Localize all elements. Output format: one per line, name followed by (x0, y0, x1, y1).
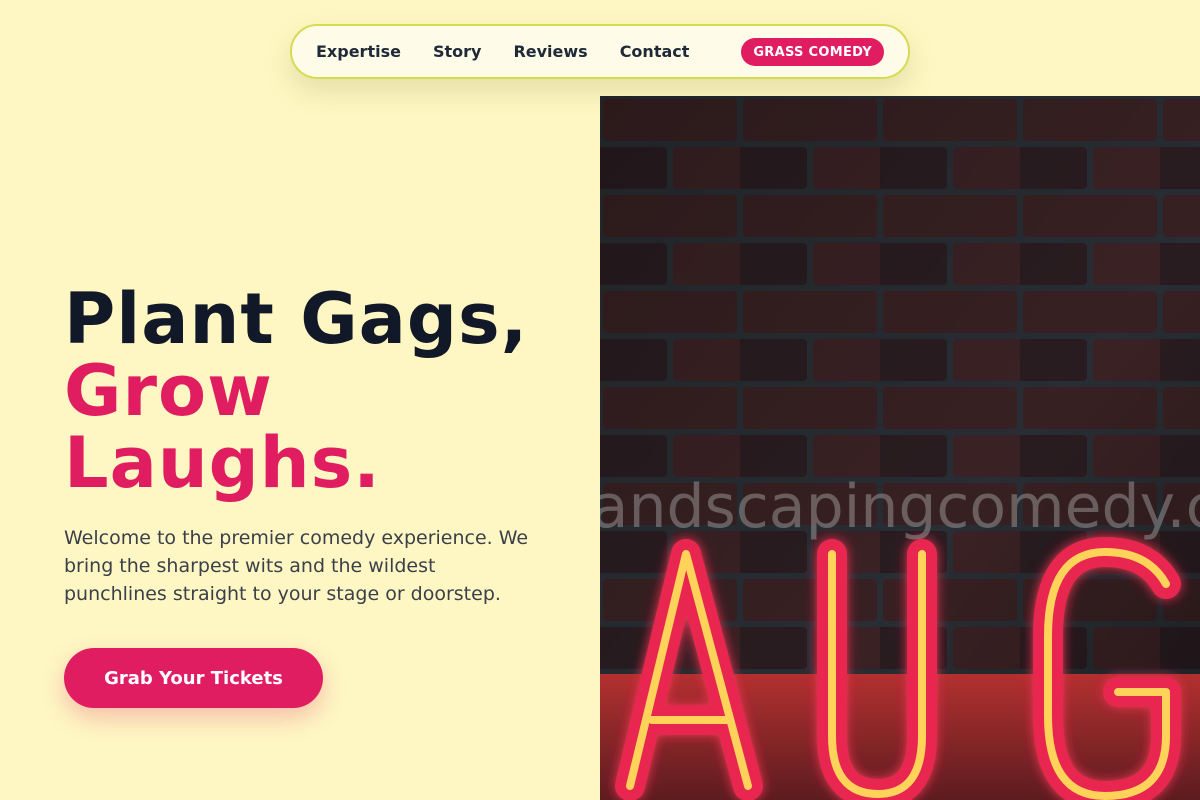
hero-title: Plant Gags, Grow Laughs. (64, 283, 584, 499)
nav-link-story[interactable]: Story (433, 42, 481, 61)
hero-title-line-1: Plant Gags, (64, 278, 529, 360)
hero-title-line-2: Grow (64, 350, 273, 432)
hero-title-line-3: Laughs. (64, 422, 381, 504)
watermark-text: landscapingcomedy.com (600, 472, 1200, 542)
nav-link-reviews[interactable]: Reviews (513, 42, 587, 61)
landing-page: Expertise Story Reviews Contact GRASS CO… (0, 0, 1200, 800)
nav-link-contact[interactable]: Contact (620, 42, 690, 61)
hero-image (600, 96, 1200, 800)
grab-tickets-button[interactable]: Grab Your Tickets (64, 648, 323, 708)
hero-subtitle: Welcome to the premier comedy experience… (64, 527, 529, 605)
nav-link-expertise[interactable]: Expertise (316, 42, 401, 61)
top-nav: Expertise Story Reviews Contact GRASS CO… (290, 24, 910, 79)
brand-badge[interactable]: GRASS COMEDY (741, 38, 884, 66)
image-watermark: landscapingcomedy.com (600, 472, 1200, 542)
